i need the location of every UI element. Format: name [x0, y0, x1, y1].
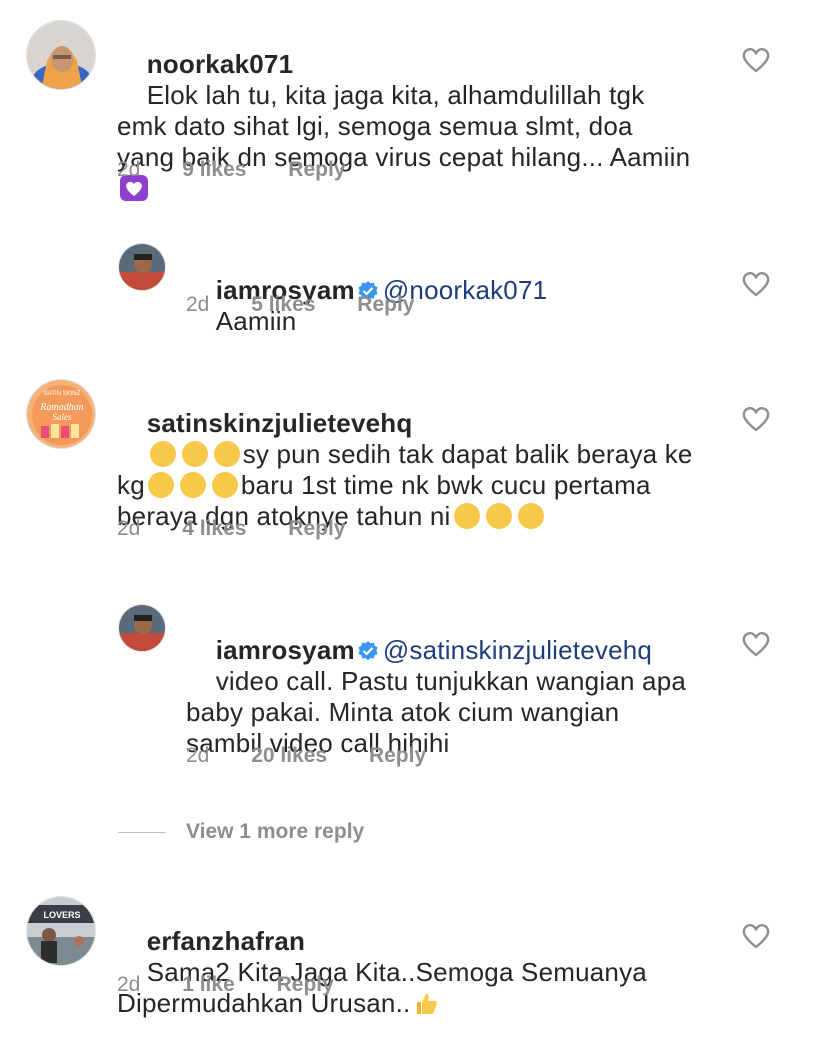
timestamp: 2d — [186, 293, 210, 316]
timestamp: 2d — [186, 744, 210, 767]
loudly-crying-emoji — [149, 441, 176, 467]
verified-badge-icon — [358, 641, 378, 661]
loudly-crying-emoji — [213, 441, 240, 467]
avatar-photo-man — [119, 244, 165, 290]
comment-meta: 2d 20 likes Reply — [186, 744, 426, 768]
likes-count[interactable]: 20 likes — [251, 744, 327, 768]
avatar-caption-sign: LOVERS — [43, 910, 80, 920]
avatar-photo-hijab — [27, 21, 95, 89]
username[interactable]: noorkak071 — [147, 49, 294, 79]
crying-face-emoji — [453, 503, 480, 529]
avatar[interactable] — [118, 243, 166, 291]
likes-count[interactable]: 9 likes — [182, 158, 246, 182]
avatar[interactable]: LOVERS — [26, 896, 96, 966]
avatar[interactable] — [26, 20, 96, 90]
downcast-sweat-emoji — [211, 472, 238, 498]
crying-face-emoji — [485, 503, 512, 529]
timestamp: 2d — [117, 517, 141, 540]
avatar-photo-street: LOVERS — [27, 897, 95, 965]
view-more-replies-button[interactable]: View 1 more reply — [118, 820, 364, 844]
reply-button[interactable]: Reply — [357, 293, 414, 317]
comment-text: noorkak071 Elok lah tu, kita jaga kita, … — [117, 18, 697, 235]
comment-meta: 2d 1 like Reply — [117, 973, 334, 997]
avatar[interactable]: SATIN SKINZ Ramadhan Sales — [26, 379, 96, 449]
crying-face-emoji — [517, 503, 544, 529]
loudly-crying-emoji — [181, 441, 208, 467]
heart-icon[interactable] — [741, 46, 771, 74]
likes-count[interactable]: 5 likes — [251, 293, 315, 317]
avatar-ramadhan-sales: SATIN SKINZ Ramadhan Sales — [27, 380, 95, 448]
avatar[interactable] — [118, 604, 166, 652]
username[interactable]: satinskinzjulietevehq — [147, 408, 413, 438]
comment-meta: 2d 9 likes Reply — [117, 158, 345, 182]
timestamp: 2d — [117, 973, 141, 996]
divider-line — [118, 831, 166, 833]
username[interactable]: erfanzhafran — [147, 926, 305, 956]
avatar-photo-man — [119, 605, 165, 651]
likes-count[interactable]: 1 like — [182, 973, 235, 997]
comment-meta: 2d 5 likes Reply — [186, 293, 414, 317]
avatar-caption-sales: Sales — [53, 412, 72, 422]
view-more-label: View 1 more reply — [186, 820, 365, 843]
timestamp: 2d — [117, 158, 141, 181]
heart-icon[interactable] — [741, 630, 771, 658]
username[interactable]: iamrosyam — [216, 635, 355, 665]
heart-icon[interactable] — [741, 922, 771, 950]
mention-link[interactable]: @satinskinzjulietevehq — [383, 635, 652, 665]
avatar-caption-brand: SATIN SKINZ — [44, 391, 81, 397]
reply-button[interactable]: Reply — [277, 973, 334, 997]
reply-button[interactable]: Reply — [288, 517, 345, 541]
reply-button[interactable]: Reply — [288, 158, 345, 182]
comment-meta: 2d 4 likes Reply — [117, 517, 345, 541]
thumbs-up-emoji — [417, 993, 438, 1014]
downcast-sweat-emoji — [147, 472, 174, 498]
reply-button[interactable]: Reply — [369, 744, 426, 768]
downcast-sweat-emoji — [179, 472, 206, 498]
likes-count[interactable]: 4 likes — [182, 517, 246, 541]
heart-icon[interactable] — [741, 405, 771, 433]
heart-icon[interactable] — [741, 270, 771, 298]
